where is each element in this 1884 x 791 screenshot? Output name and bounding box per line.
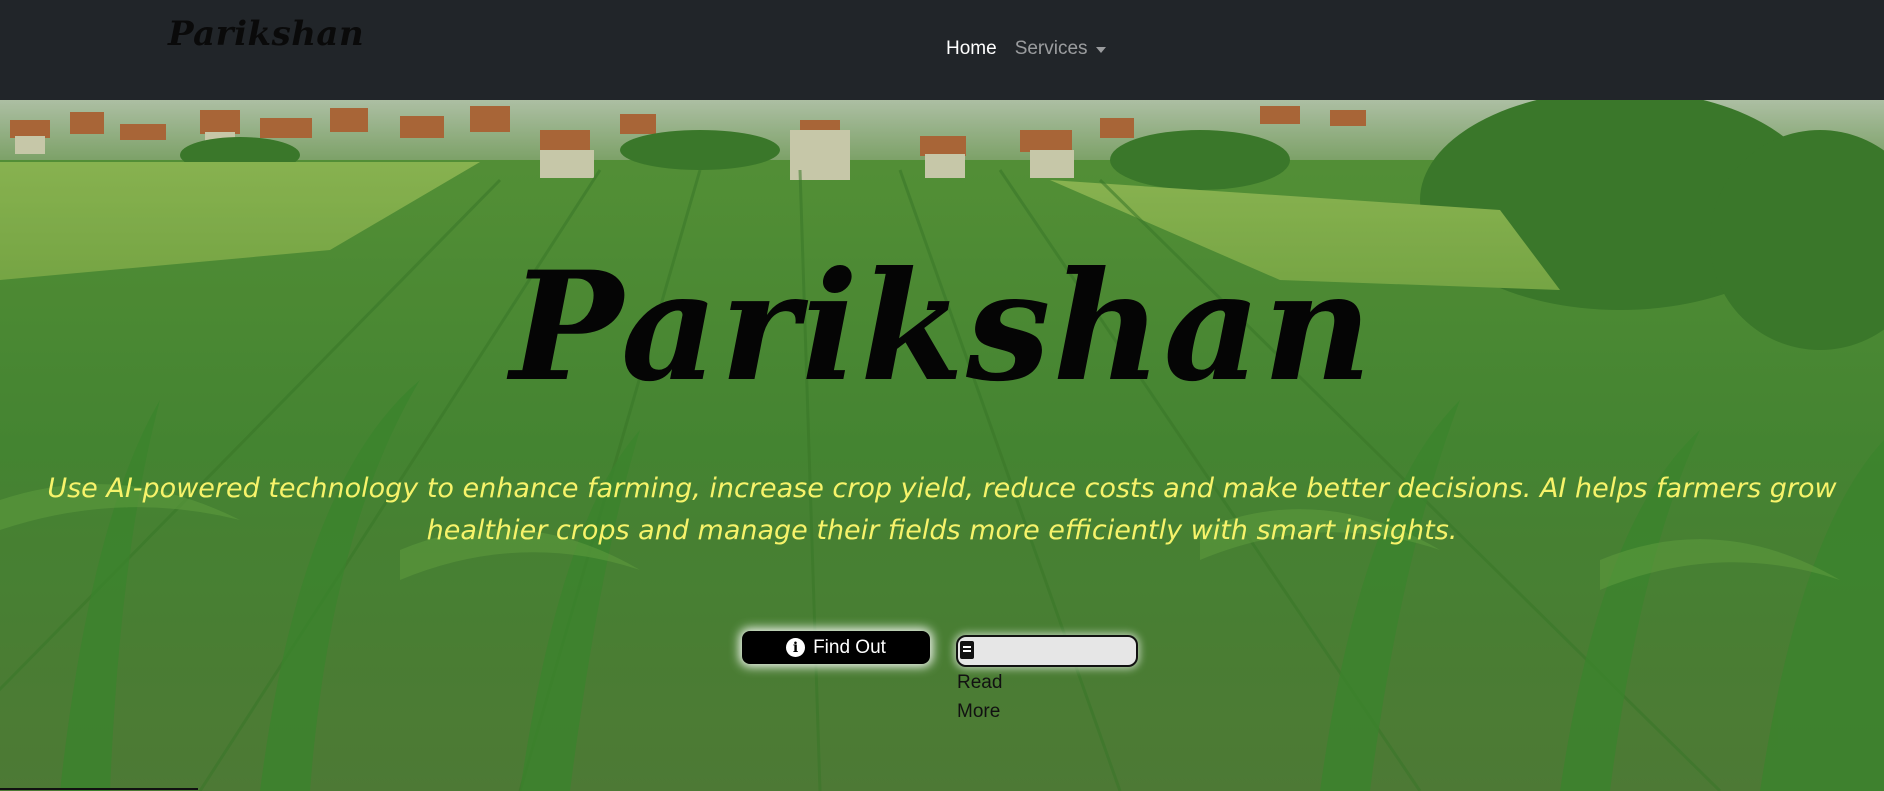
- hero-title: Parikshan: [510, 239, 1374, 415]
- divider: [0, 788, 198, 790]
- find-out-label: Find Out: [813, 636, 886, 658]
- read-more-button[interactable]: [956, 635, 1138, 667]
- hero-section: Parikshan Use AI-powered technology to e…: [0, 100, 1884, 791]
- navbar-brand[interactable]: Parikshan: [168, 14, 364, 54]
- nav-services-label: Services: [1014, 38, 1088, 59]
- farm-field-background: [0, 100, 1884, 791]
- navbar: Parikshan Home Services: [0, 0, 1884, 100]
- hero-subtitle: Use AI-powered technology to enhance far…: [47, 473, 1837, 546]
- read-more-label[interactable]: Read More: [957, 668, 1017, 726]
- info-icon: i: [786, 638, 806, 657]
- find-out-button[interactable]: i Find Out: [742, 631, 930, 664]
- caret-down-icon: [1095, 47, 1106, 53]
- nav-home-link[interactable]: Home: [946, 38, 997, 60]
- book-icon: [960, 641, 974, 659]
- nav-services-dropdown[interactable]: Services: [1015, 38, 1106, 60]
- nav-links: Home Services: [946, 38, 1106, 60]
